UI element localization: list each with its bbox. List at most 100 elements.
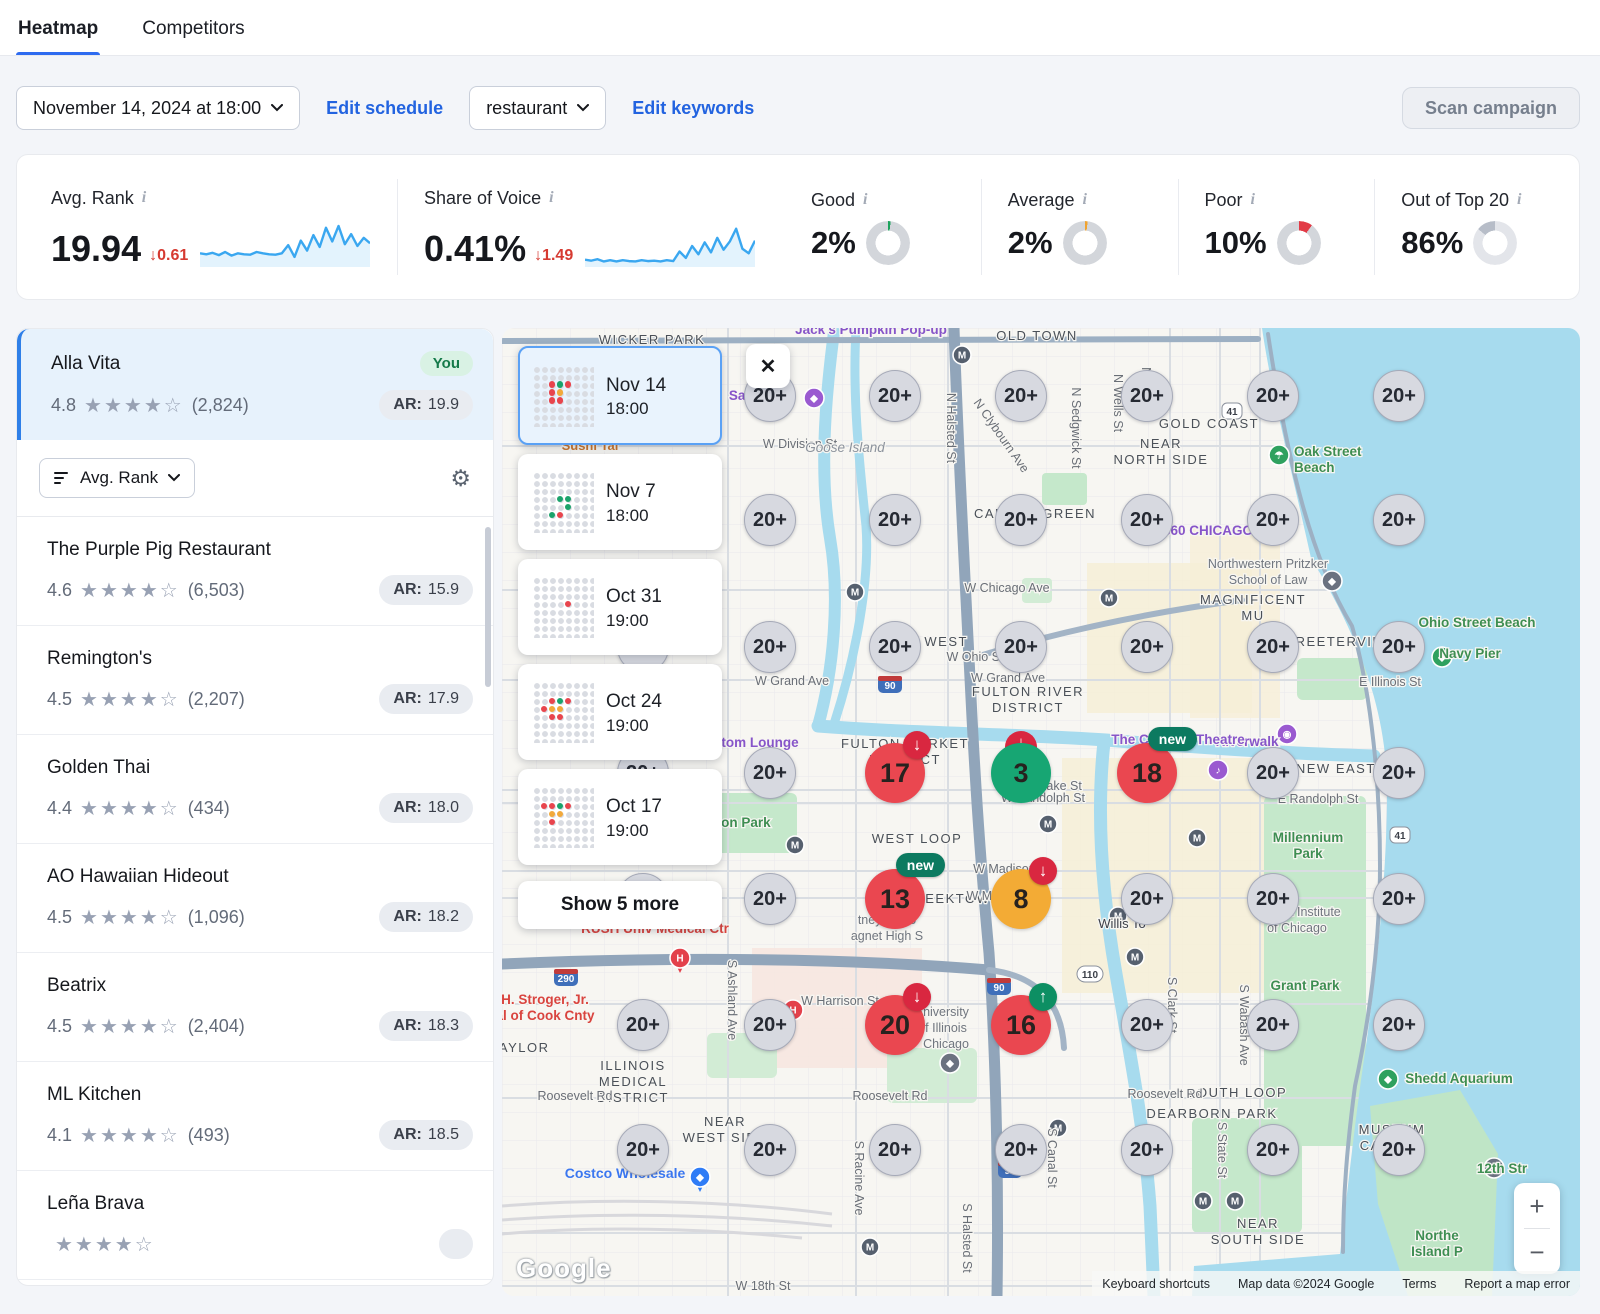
- map-canvas[interactable]: 9029090904141110 MMMMMMMMMMMMHH◆♪◉☂◆◆◆◆◉…: [502, 328, 1580, 1296]
- map-pin-20plus[interactable]: 20+: [995, 1124, 1047, 1176]
- map-pin-20plus[interactable]: 20+: [744, 1124, 796, 1176]
- competitor-row[interactable]: Remington's 4.5 ★★★★☆ (2,207) AR:17.9: [17, 626, 493, 735]
- map-pin-20plus[interactable]: 20+: [744, 873, 796, 925]
- you-business-card[interactable]: Alla Vita You 4.8 ★★★★☆ (2,824) AR:19.9: [17, 329, 493, 440]
- map-pin-20plus[interactable]: 20+: [1373, 873, 1425, 925]
- sov-sparkline: [585, 219, 755, 267]
- map-pin-20plus[interactable]: 20+: [1247, 621, 1299, 673]
- map-pin-20plus[interactable]: 20+: [1121, 873, 1173, 925]
- zoom-out-button[interactable]: −: [1514, 1229, 1560, 1274]
- history-scan-card[interactable]: Oct 17 19:00: [518, 769, 722, 865]
- map-pin-20plus[interactable]: 20+: [1121, 494, 1173, 546]
- map-pin-20plus[interactable]: 20+: [1247, 747, 1299, 799]
- info-icon[interactable]: i: [142, 189, 146, 207]
- show-more-scans-button[interactable]: Show 5 more: [518, 881, 722, 929]
- scan-date: Oct 24: [606, 688, 662, 716]
- map-pin-20plus[interactable]: 20+: [995, 370, 1047, 422]
- donut-chart: [1063, 221, 1107, 265]
- history-scan-card[interactable]: Oct 31 19:00: [518, 559, 722, 655]
- map-pin-20plus[interactable]: 20+: [1121, 1124, 1173, 1176]
- map-pin-20plus[interactable]: 20+: [744, 621, 796, 673]
- history-scan-card[interactable]: Nov 14 18:00: [518, 346, 722, 445]
- business-name: Remington's: [47, 648, 152, 670]
- rank-up-badge: ↑: [1029, 983, 1057, 1011]
- zoom-in-button[interactable]: +: [1514, 1183, 1560, 1228]
- rating-value: 4.5: [47, 689, 72, 710]
- map-pin-20plus[interactable]: 20+: [1121, 621, 1173, 673]
- map-pin-20plus[interactable]: 20+: [744, 494, 796, 546]
- scan-time: 18:00: [606, 399, 666, 419]
- map-pin-20plus[interactable]: 20+: [869, 1124, 921, 1176]
- map-pin-20plus[interactable]: 20+: [617, 1124, 669, 1176]
- map-pin-20plus[interactable]: 20+: [1247, 873, 1299, 925]
- map-pin-20plus[interactable]: 20+: [869, 494, 921, 546]
- history-scan-card[interactable]: Oct 24 19:00: [518, 664, 722, 760]
- map-pin-20plus[interactable]: 20+: [1247, 999, 1299, 1051]
- map-pin-20plus[interactable]: 20+: [744, 999, 796, 1051]
- map-pin-20plus[interactable]: 20+: [1373, 494, 1425, 546]
- heatmap-dot: [565, 803, 571, 809]
- heatmap-dot: [557, 381, 563, 387]
- ar-value: 18.5: [428, 1126, 459, 1143]
- map-pin-20plus[interactable]: 20+: [1121, 999, 1173, 1051]
- google-logo[interactable]: Google: [516, 1253, 612, 1284]
- competitor-row[interactable]: Golden Thai 4.4 ★★★★☆ (434) AR:18.0: [17, 735, 493, 844]
- edit-keywords-link[interactable]: Edit keywords: [632, 98, 754, 119]
- report-map-error-link[interactable]: Report a map error: [1464, 1277, 1570, 1291]
- map-pin-20plus[interactable]: 20+: [1247, 1124, 1299, 1176]
- map-pin-20plus[interactable]: 20+: [1373, 747, 1425, 799]
- you-badge: You: [420, 351, 473, 376]
- map-pin-20plus[interactable]: 20+: [869, 621, 921, 673]
- map-pin-20plus[interactable]: 20+: [744, 747, 796, 799]
- tab-competitors[interactable]: Competitors: [140, 4, 246, 55]
- close-history-button[interactable]: ✕: [746, 344, 790, 388]
- scan-campaign-button[interactable]: Scan campaign: [1402, 87, 1580, 129]
- map-pin-20plus[interactable]: 20+: [1373, 1124, 1425, 1176]
- map-pin-20plus[interactable]: 20+: [1121, 370, 1173, 422]
- map-pin-rank-20[interactable]: 20↓: [865, 995, 925, 1055]
- map-pin-20plus[interactable]: 20+: [1247, 370, 1299, 422]
- map-pin-20plus[interactable]: 20+: [1373, 999, 1425, 1051]
- avg-rank-value: 19.94: [51, 231, 141, 267]
- heatmap-thumbnail: [532, 471, 594, 533]
- competitor-row[interactable]: ML Kitchen 4.1 ★★★★☆ (493) AR:18.5: [17, 1062, 493, 1171]
- info-icon[interactable]: i: [1517, 191, 1521, 209]
- keyword-select[interactable]: restaurant: [469, 86, 606, 130]
- info-icon[interactable]: i: [549, 189, 553, 207]
- star-rating-icons: ★★★★☆: [80, 796, 180, 821]
- gear-icon[interactable]: ⚙: [450, 465, 471, 492]
- competitor-row[interactable]: Leña Brava ★★★★☆: [17, 1171, 493, 1280]
- rating-value: 4.6: [47, 580, 72, 601]
- keyboard-shortcuts-link[interactable]: Keyboard shortcuts: [1102, 1277, 1210, 1291]
- map-pin-rank-8[interactable]: 8↓: [991, 869, 1051, 929]
- terms-link[interactable]: Terms: [1402, 1277, 1436, 1291]
- map-pin-20plus[interactable]: 20+: [995, 494, 1047, 546]
- map-pin-rank-13[interactable]: 13new: [865, 869, 925, 929]
- tab-heatmap[interactable]: Heatmap: [16, 4, 100, 55]
- info-icon[interactable]: i: [863, 191, 867, 209]
- business-name: Beatrix: [47, 975, 106, 997]
- list-scrollbar-thumb[interactable]: [485, 527, 491, 687]
- date-select[interactable]: November 14, 2024 at 18:00: [16, 86, 300, 130]
- competitor-row[interactable]: Beatrix 4.5 ★★★★☆ (2,404) AR:18.3: [17, 953, 493, 1062]
- history-scan-card[interactable]: Nov 7 18:00: [518, 454, 722, 550]
- edit-schedule-link[interactable]: Edit schedule: [326, 98, 443, 119]
- map-pin-rank-16[interactable]: 16↑: [991, 995, 1051, 1055]
- map-pin-20plus[interactable]: 20+: [1247, 494, 1299, 546]
- map-pin-20plus[interactable]: 20+: [1373, 370, 1425, 422]
- map-pin-20plus[interactable]: 20+: [995, 621, 1047, 673]
- sort-dropdown[interactable]: Avg. Rank: [39, 458, 195, 498]
- map-pin-20plus[interactable]: 20+: [869, 370, 921, 422]
- info-icon[interactable]: i: [1251, 191, 1255, 209]
- map-pin-rank-3[interactable]: 3: [991, 743, 1051, 803]
- map-pin-rank-18[interactable]: 18new: [1117, 743, 1177, 803]
- ar-value: 17.9: [428, 690, 459, 707]
- competitor-row[interactable]: The Purple Pig Restaurant 4.6 ★★★★☆ (6,5…: [17, 517, 493, 626]
- competitor-row[interactable]: AO Hawaiian Hideout 4.5 ★★★★☆ (1,096) AR…: [17, 844, 493, 953]
- heatmap-dot: [565, 698, 571, 704]
- map-pin-rank-17[interactable]: 17↓: [865, 743, 925, 803]
- map-pin-20plus[interactable]: 20+: [1373, 621, 1425, 673]
- scan-time: 19:00: [606, 611, 662, 631]
- info-icon[interactable]: i: [1082, 191, 1086, 209]
- map-pin-20plus[interactable]: 20+: [617, 999, 669, 1051]
